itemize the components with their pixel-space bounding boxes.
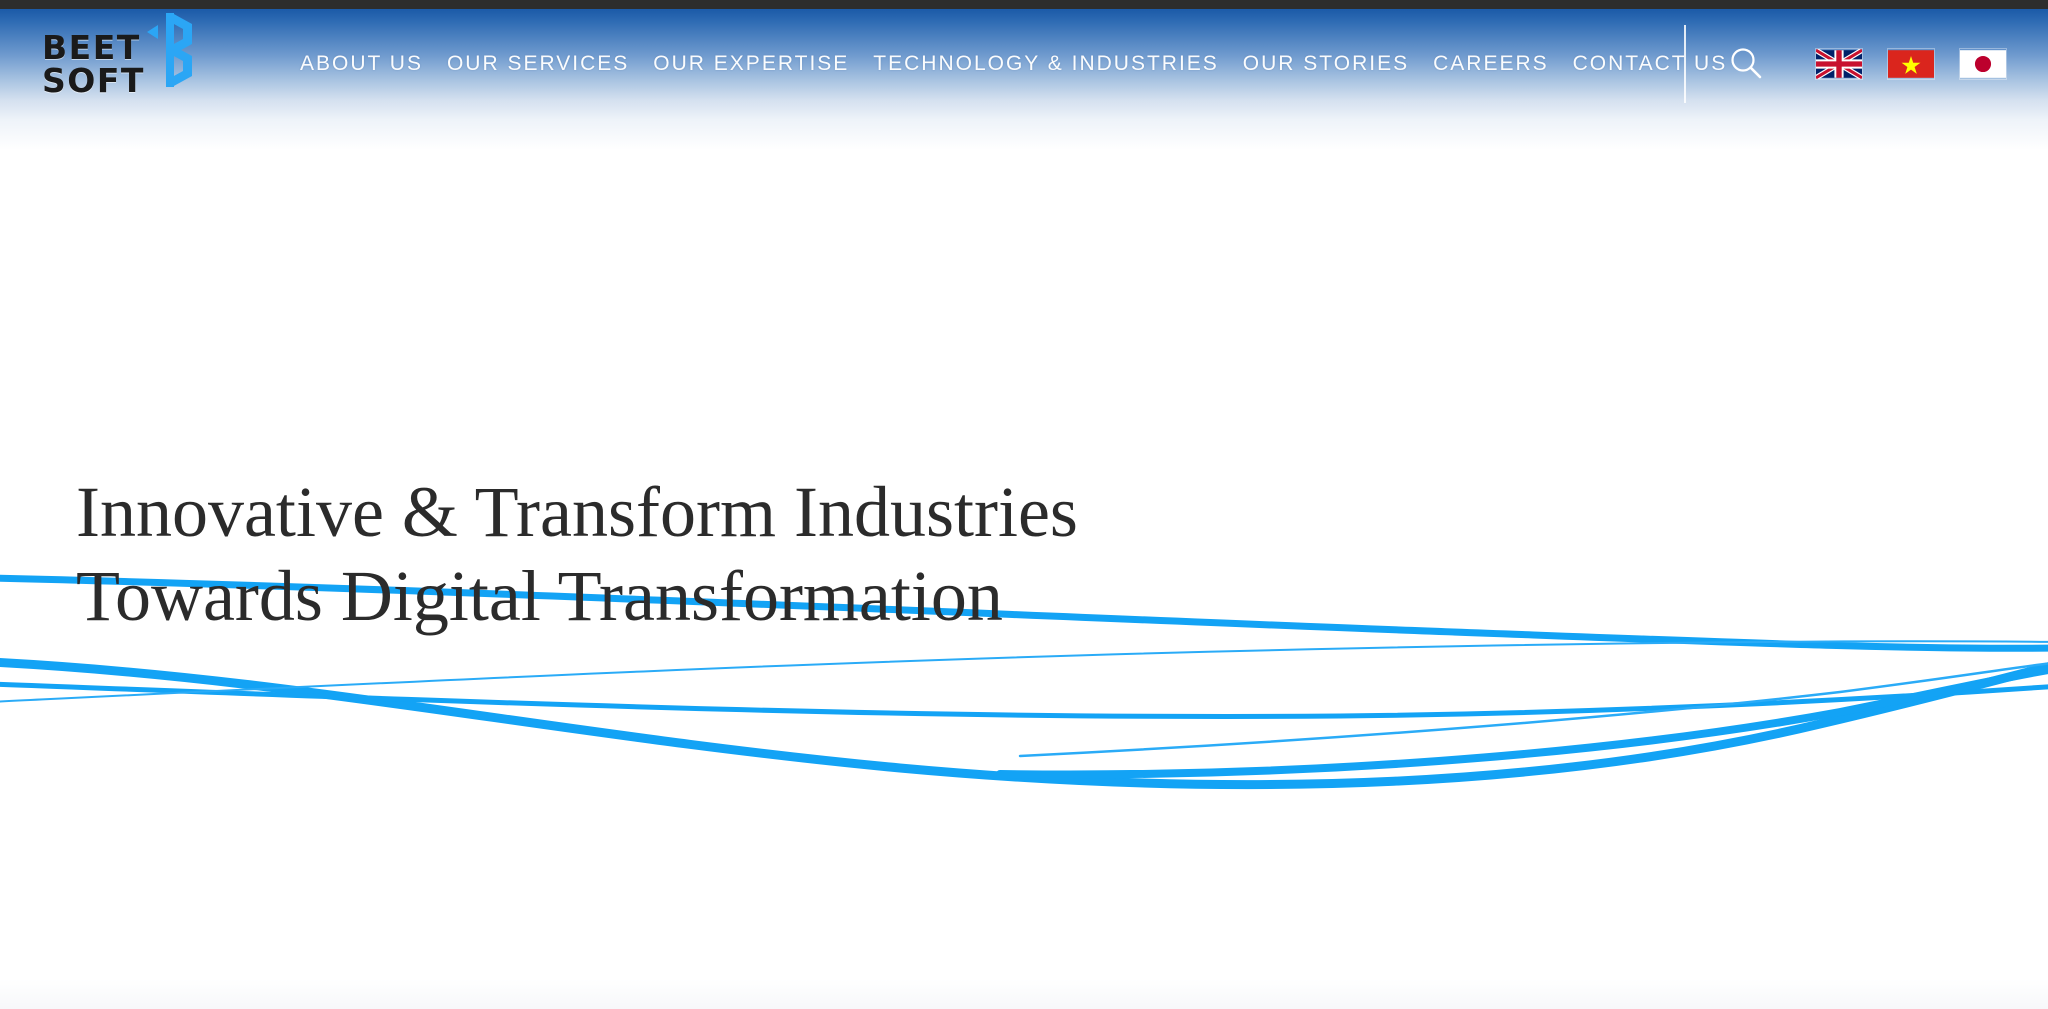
- search-icon: [1731, 48, 1762, 79]
- header-divider: [1684, 25, 1686, 103]
- wave-line-3: [0, 681, 2048, 720]
- flag-japan-icon[interactable]: [1960, 49, 2006, 79]
- nav-our-services[interactable]: OUR SERVICES: [447, 52, 629, 76]
- logo-wordmark-line-2: SOFT: [42, 61, 145, 100]
- flag-united-kingdom-icon[interactable]: [1816, 49, 1862, 79]
- wave-line-5: [1018, 662, 2048, 758]
- page-bottom-fade: [0, 979, 2048, 1009]
- nav-our-stories[interactable]: OUR STORIES: [1243, 52, 1409, 76]
- logo-wordmark: BEET SOFT: [42, 31, 145, 97]
- page-title: Innovative & Transform Industries Toward…: [76, 470, 1078, 638]
- wave-line-6: [996, 665, 2048, 779]
- hero-heading-line-1: Innovative & Transform Industries: [76, 472, 1078, 552]
- nav-about-us[interactable]: ABOUT US: [300, 52, 423, 76]
- header-utility-bar: [1684, 9, 2006, 119]
- page-root: Innovative & Transform Industries Toward…: [0, 0, 2048, 1009]
- flag-vietnam-icon[interactable]: [1888, 49, 1934, 79]
- hero-section: Innovative & Transform Industries Toward…: [76, 470, 1078, 638]
- site-header: BEET SOFT ABOUT US OUR SERVICES OUR EXPE…: [0, 0, 2048, 150]
- header-top-strip: [0, 0, 2048, 9]
- nav-technology-industries[interactable]: TECHNOLOGY & INDUSTRIES: [873, 52, 1219, 76]
- main-navigation: ABOUT US OUR SERVICES OUR EXPERTISE TECH…: [300, 9, 1727, 119]
- wave-line-2: [0, 658, 2048, 790]
- site-logo[interactable]: BEET SOFT: [42, 9, 202, 109]
- hero-heading-line-2: Towards Digital Transformation: [76, 556, 1003, 636]
- language-switcher: [1816, 49, 2006, 79]
- nav-careers[interactable]: CAREERS: [1433, 52, 1549, 76]
- beetsoft-b-hexagon-logo-icon: [147, 13, 192, 87]
- nav-our-expertise[interactable]: OUR EXPERTISE: [653, 52, 849, 76]
- wave-line-4: [0, 640, 2048, 703]
- search-button[interactable]: [1724, 41, 1770, 87]
